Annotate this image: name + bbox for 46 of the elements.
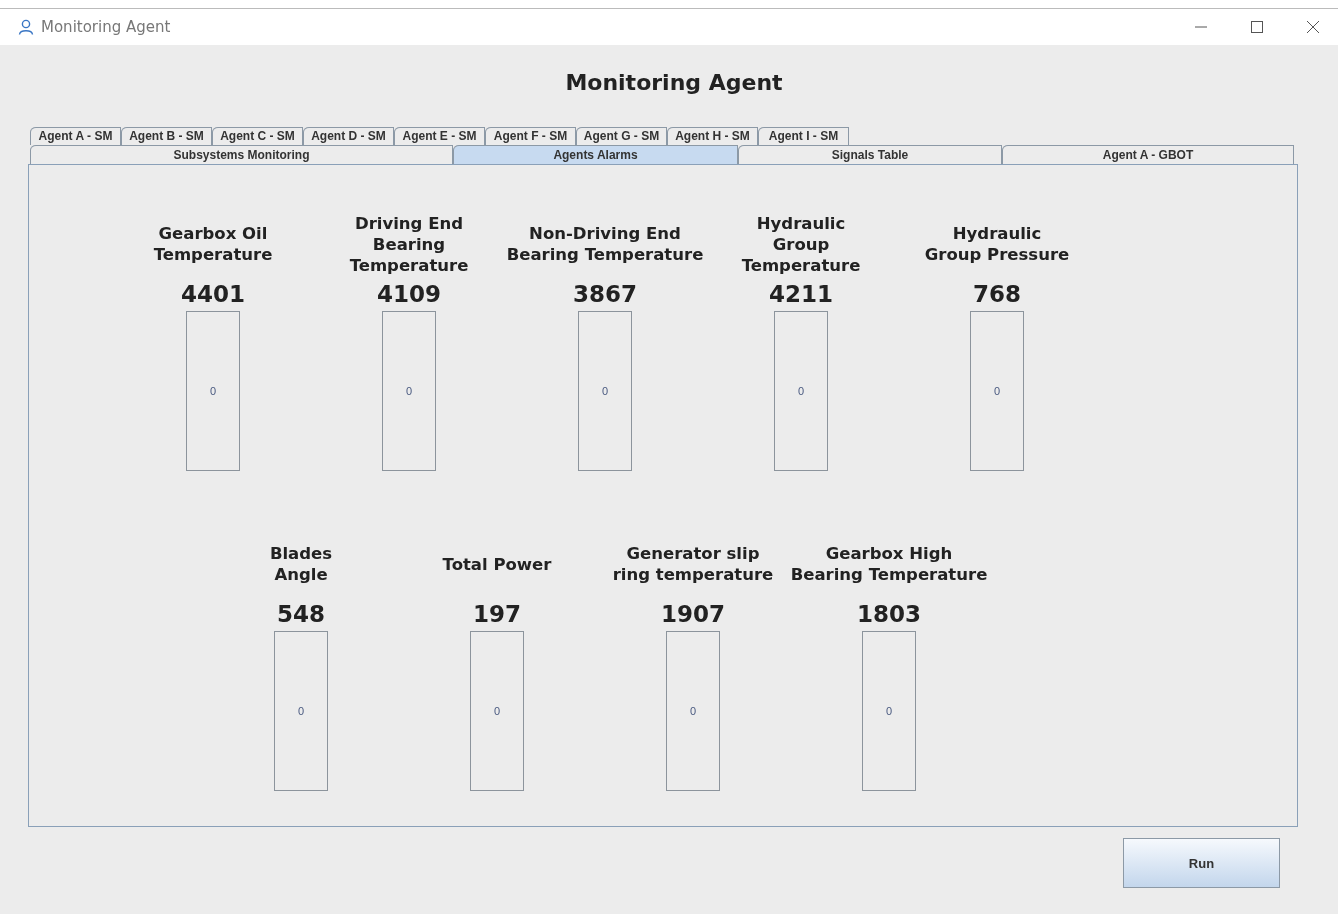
alarm-indicator: 0 (382, 311, 436, 471)
alarm-label: Gearbox High Bearing Temperature (789, 543, 989, 585)
agent-tab[interactable]: Agent B - SM (121, 127, 212, 145)
alarm-label: Gearbox Oil Temperature (152, 223, 274, 265)
agent-tab[interactable]: Agent I - SM (758, 127, 849, 145)
alarm-label: Non-Driving End Bearing Temperature (505, 223, 705, 265)
page-heading: Monitoring Agent (565, 70, 783, 95)
alarm-count: 3867 (573, 281, 637, 307)
agent-tab[interactable]: Agent D - SM (303, 127, 394, 145)
agent-tab[interactable]: Agent F - SM (485, 127, 576, 145)
user-icon (18, 19, 34, 35)
alarm-count: 4109 (377, 281, 441, 307)
alarm-count: 197 (473, 601, 521, 627)
agent-tab[interactable]: Agent C - SM (212, 127, 303, 145)
run-button[interactable]: Run (1123, 838, 1280, 888)
alarm-indicator: 0 (666, 631, 720, 791)
window-title: Monitoring Agent (41, 18, 171, 36)
alarm-count: 4401 (181, 281, 245, 307)
alarm-count: 1907 (661, 601, 725, 627)
alarm-indicator: 0 (274, 631, 328, 791)
close-icon[interactable] (1306, 20, 1320, 34)
agent-tab[interactable]: Agent H - SM (667, 127, 758, 145)
alarm-indicator: 0 (470, 631, 524, 791)
agent-tab[interactable]: Agent G - SM (576, 127, 667, 145)
alarm-indicator: 0 (774, 311, 828, 471)
alarm-indicator: 0 (862, 631, 916, 791)
main-tab[interactable]: Agent A - GBOT (1002, 145, 1294, 164)
maximize-icon[interactable] (1250, 20, 1264, 34)
alarm-indicator: 0 (970, 311, 1024, 471)
alarm-label: Hydraulic Group Temperature (740, 212, 862, 276)
alarm-count: 768 (973, 281, 1021, 307)
agent-tab[interactable]: Agent E - SM (394, 127, 485, 145)
alarm-label: Generator slip ring temperature (611, 543, 775, 585)
alarm-count: 548 (277, 601, 325, 627)
main-tab[interactable]: Subsystems Monitoring (30, 145, 453, 164)
alarm-label: Blades Angle (268, 543, 334, 585)
alarm-label: Total Power (441, 553, 553, 575)
main-tab[interactable]: Signals Table (738, 145, 1002, 164)
alarm-indicator: 0 (186, 311, 240, 471)
alarm-count: 4211 (769, 281, 833, 307)
alarm-count: 1803 (857, 601, 921, 627)
alarm-indicator: 0 (578, 311, 632, 471)
main-tab[interactable]: Agents Alarms (453, 145, 738, 164)
alarm-label: Driving End Bearing Temperature (348, 212, 470, 276)
agent-tab[interactable]: Agent A - SM (30, 127, 121, 145)
alarm-label: Hydraulic Group Pressure (923, 223, 1071, 265)
